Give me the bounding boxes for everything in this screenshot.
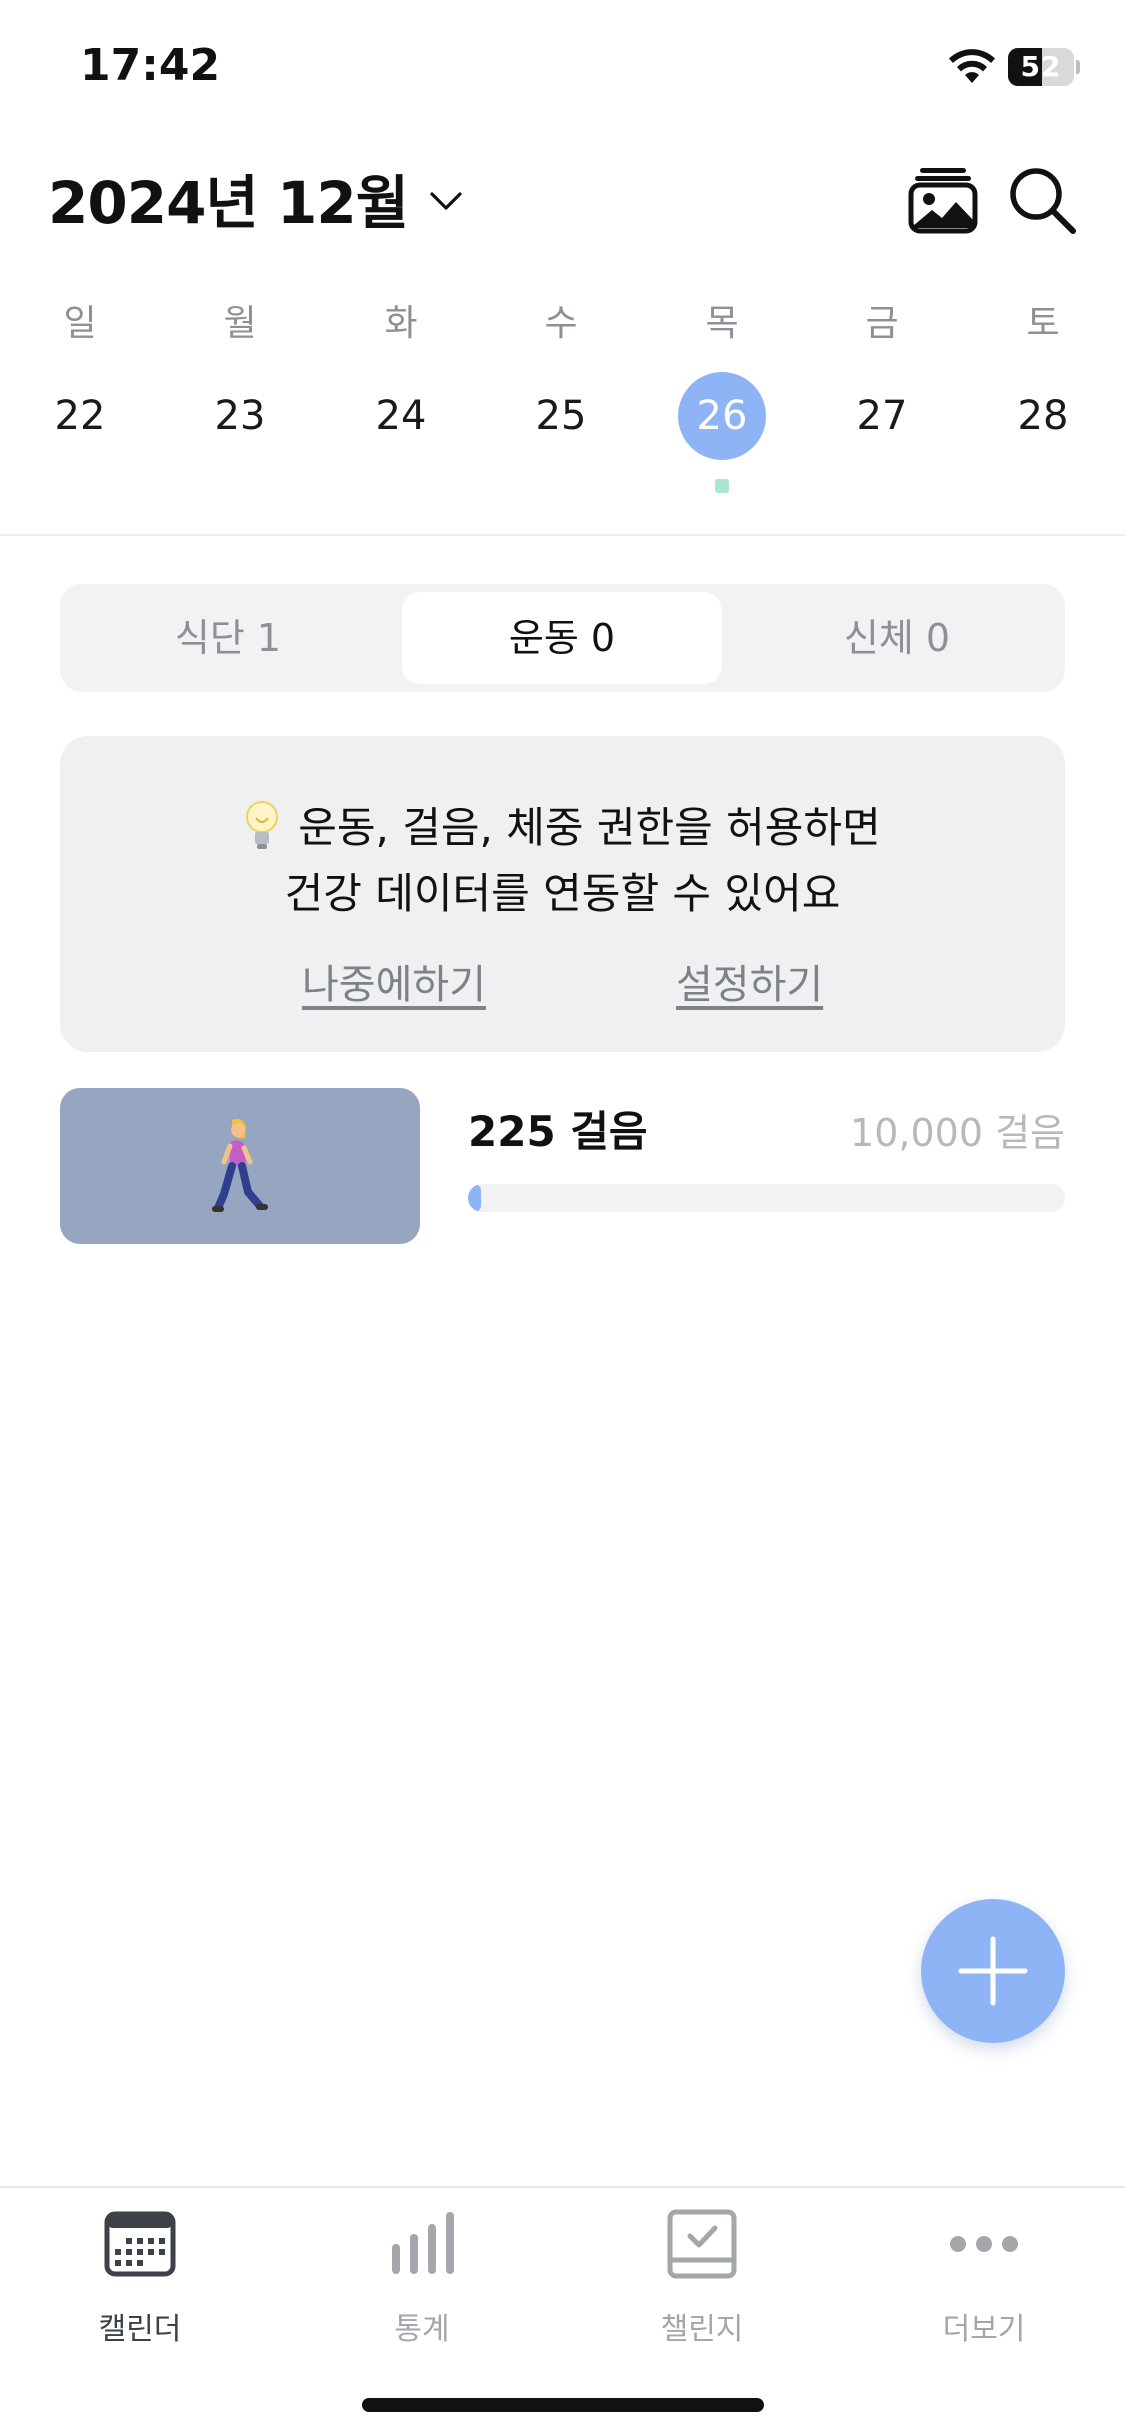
month-selector[interactable]: 2024년 12월 <box>48 158 466 238</box>
day-label: 목 <box>705 303 739 344</box>
steps-count: 225 걸음 <box>468 1107 648 1156</box>
day-number: 28 <box>1017 393 1069 439</box>
tab-statistics[interactable]: 통계 <box>322 2208 522 2358</box>
battery-level: 52 <box>1020 50 1062 83</box>
steps-goal: 10,000 걸음 <box>850 1111 1065 1155</box>
add-button[interactable] <box>921 1899 1065 2043</box>
settings-link[interactable]: 설정하기 <box>676 952 823 1010</box>
gallery-button[interactable] <box>908 164 978 234</box>
tab-more[interactable]: 더보기 <box>884 2208 1084 2358</box>
checkbox-icon <box>667 2209 737 2279</box>
chevron-down-icon <box>430 192 462 210</box>
permission-line-1: 운동, 걸음, 체중 권한을 허용하면 <box>298 803 881 852</box>
day-label: 화 <box>384 303 418 344</box>
day-number: 26 <box>696 393 748 439</box>
tab-label: 더보기 <box>942 2312 1026 2347</box>
day-tuesday[interactable]: 화 24 <box>321 290 481 510</box>
selected-day-circle: 26 <box>678 372 766 460</box>
tab-label: 챌린지 <box>660 2312 744 2347</box>
day-number: 23 <box>214 393 266 439</box>
tab-label: 통계 <box>394 2312 450 2347</box>
tab-calendar[interactable]: 캘린더 <box>40 2208 240 2358</box>
steps-progress-fill <box>468 1184 482 1212</box>
later-link[interactable]: 나중에하기 <box>302 952 486 1010</box>
plus-icon <box>958 1936 1028 2006</box>
week-strip: 일 22 월 23 화 24 수 25 목 26 금 27 토 28 <box>0 290 1125 510</box>
more-icon <box>950 2236 1018 2252</box>
health-permission-card: 운동, 걸음, 체중 권한을 허용하면 건강 데이터를 연동할 수 있어요 나중… <box>60 736 1065 1052</box>
divider <box>0 534 1125 536</box>
lightbulb-icon <box>246 801 279 849</box>
day-wednesday[interactable]: 수 25 <box>481 290 641 510</box>
tab-diet[interactable]: 식단 1 <box>68 592 388 684</box>
day-number: 24 <box>375 393 427 439</box>
permission-line-2: 건강 데이터를 연동할 수 있어요 <box>284 869 841 918</box>
tab-label: 캘린더 <box>98 2312 182 2347</box>
steps-progress-bar <box>468 1184 1065 1212</box>
search-button[interactable] <box>1006 164 1078 236</box>
day-label: 수 <box>544 303 578 344</box>
day-thursday-selected[interactable]: 목 26 <box>642 290 802 510</box>
bar-chart-icon <box>392 2212 454 2274</box>
tab-body[interactable]: 신체 0 <box>737 592 1057 684</box>
day-monday[interactable]: 월 23 <box>160 290 320 510</box>
tab-exercise[interactable]: 운동 0 <box>402 592 722 684</box>
segment-control: 식단 1 운동 0 신체 0 <box>60 584 1065 692</box>
calendar-icon <box>104 2211 176 2277</box>
month-title: 2024년 12월 <box>48 169 409 237</box>
day-friday[interactable]: 금 27 <box>802 290 962 510</box>
day-number: 27 <box>856 393 908 439</box>
search-icon <box>1010 168 1076 234</box>
event-dot <box>715 479 729 493</box>
day-number: 22 <box>54 393 106 439</box>
day-number: 25 <box>535 393 587 439</box>
home-indicator <box>362 2398 764 2412</box>
gallery-icon <box>908 168 978 234</box>
day-label: 토 <box>1026 303 1060 344</box>
permission-actions: 나중에하기 설정하기 <box>60 952 1065 1012</box>
day-saturday[interactable]: 토 28 <box>963 290 1123 510</box>
wifi-icon <box>949 49 995 83</box>
day-label: 일 <box>63 303 97 344</box>
day-sunday[interactable]: 일 22 <box>0 290 160 510</box>
day-label: 월 <box>223 303 257 344</box>
battery-icon: 52 <box>1008 48 1080 86</box>
walking-person-icon <box>212 1118 268 1212</box>
steps-thumbnail[interactable] <box>60 1088 420 1244</box>
status-time: 17:42 <box>80 40 221 91</box>
tab-challenge[interactable]: 챌린지 <box>602 2208 802 2358</box>
app-screen: 17:42 52 2024년 12월 일 22 월 23 화 24 수 25 목… <box>0 0 1125 2436</box>
day-label: 금 <box>865 303 899 344</box>
